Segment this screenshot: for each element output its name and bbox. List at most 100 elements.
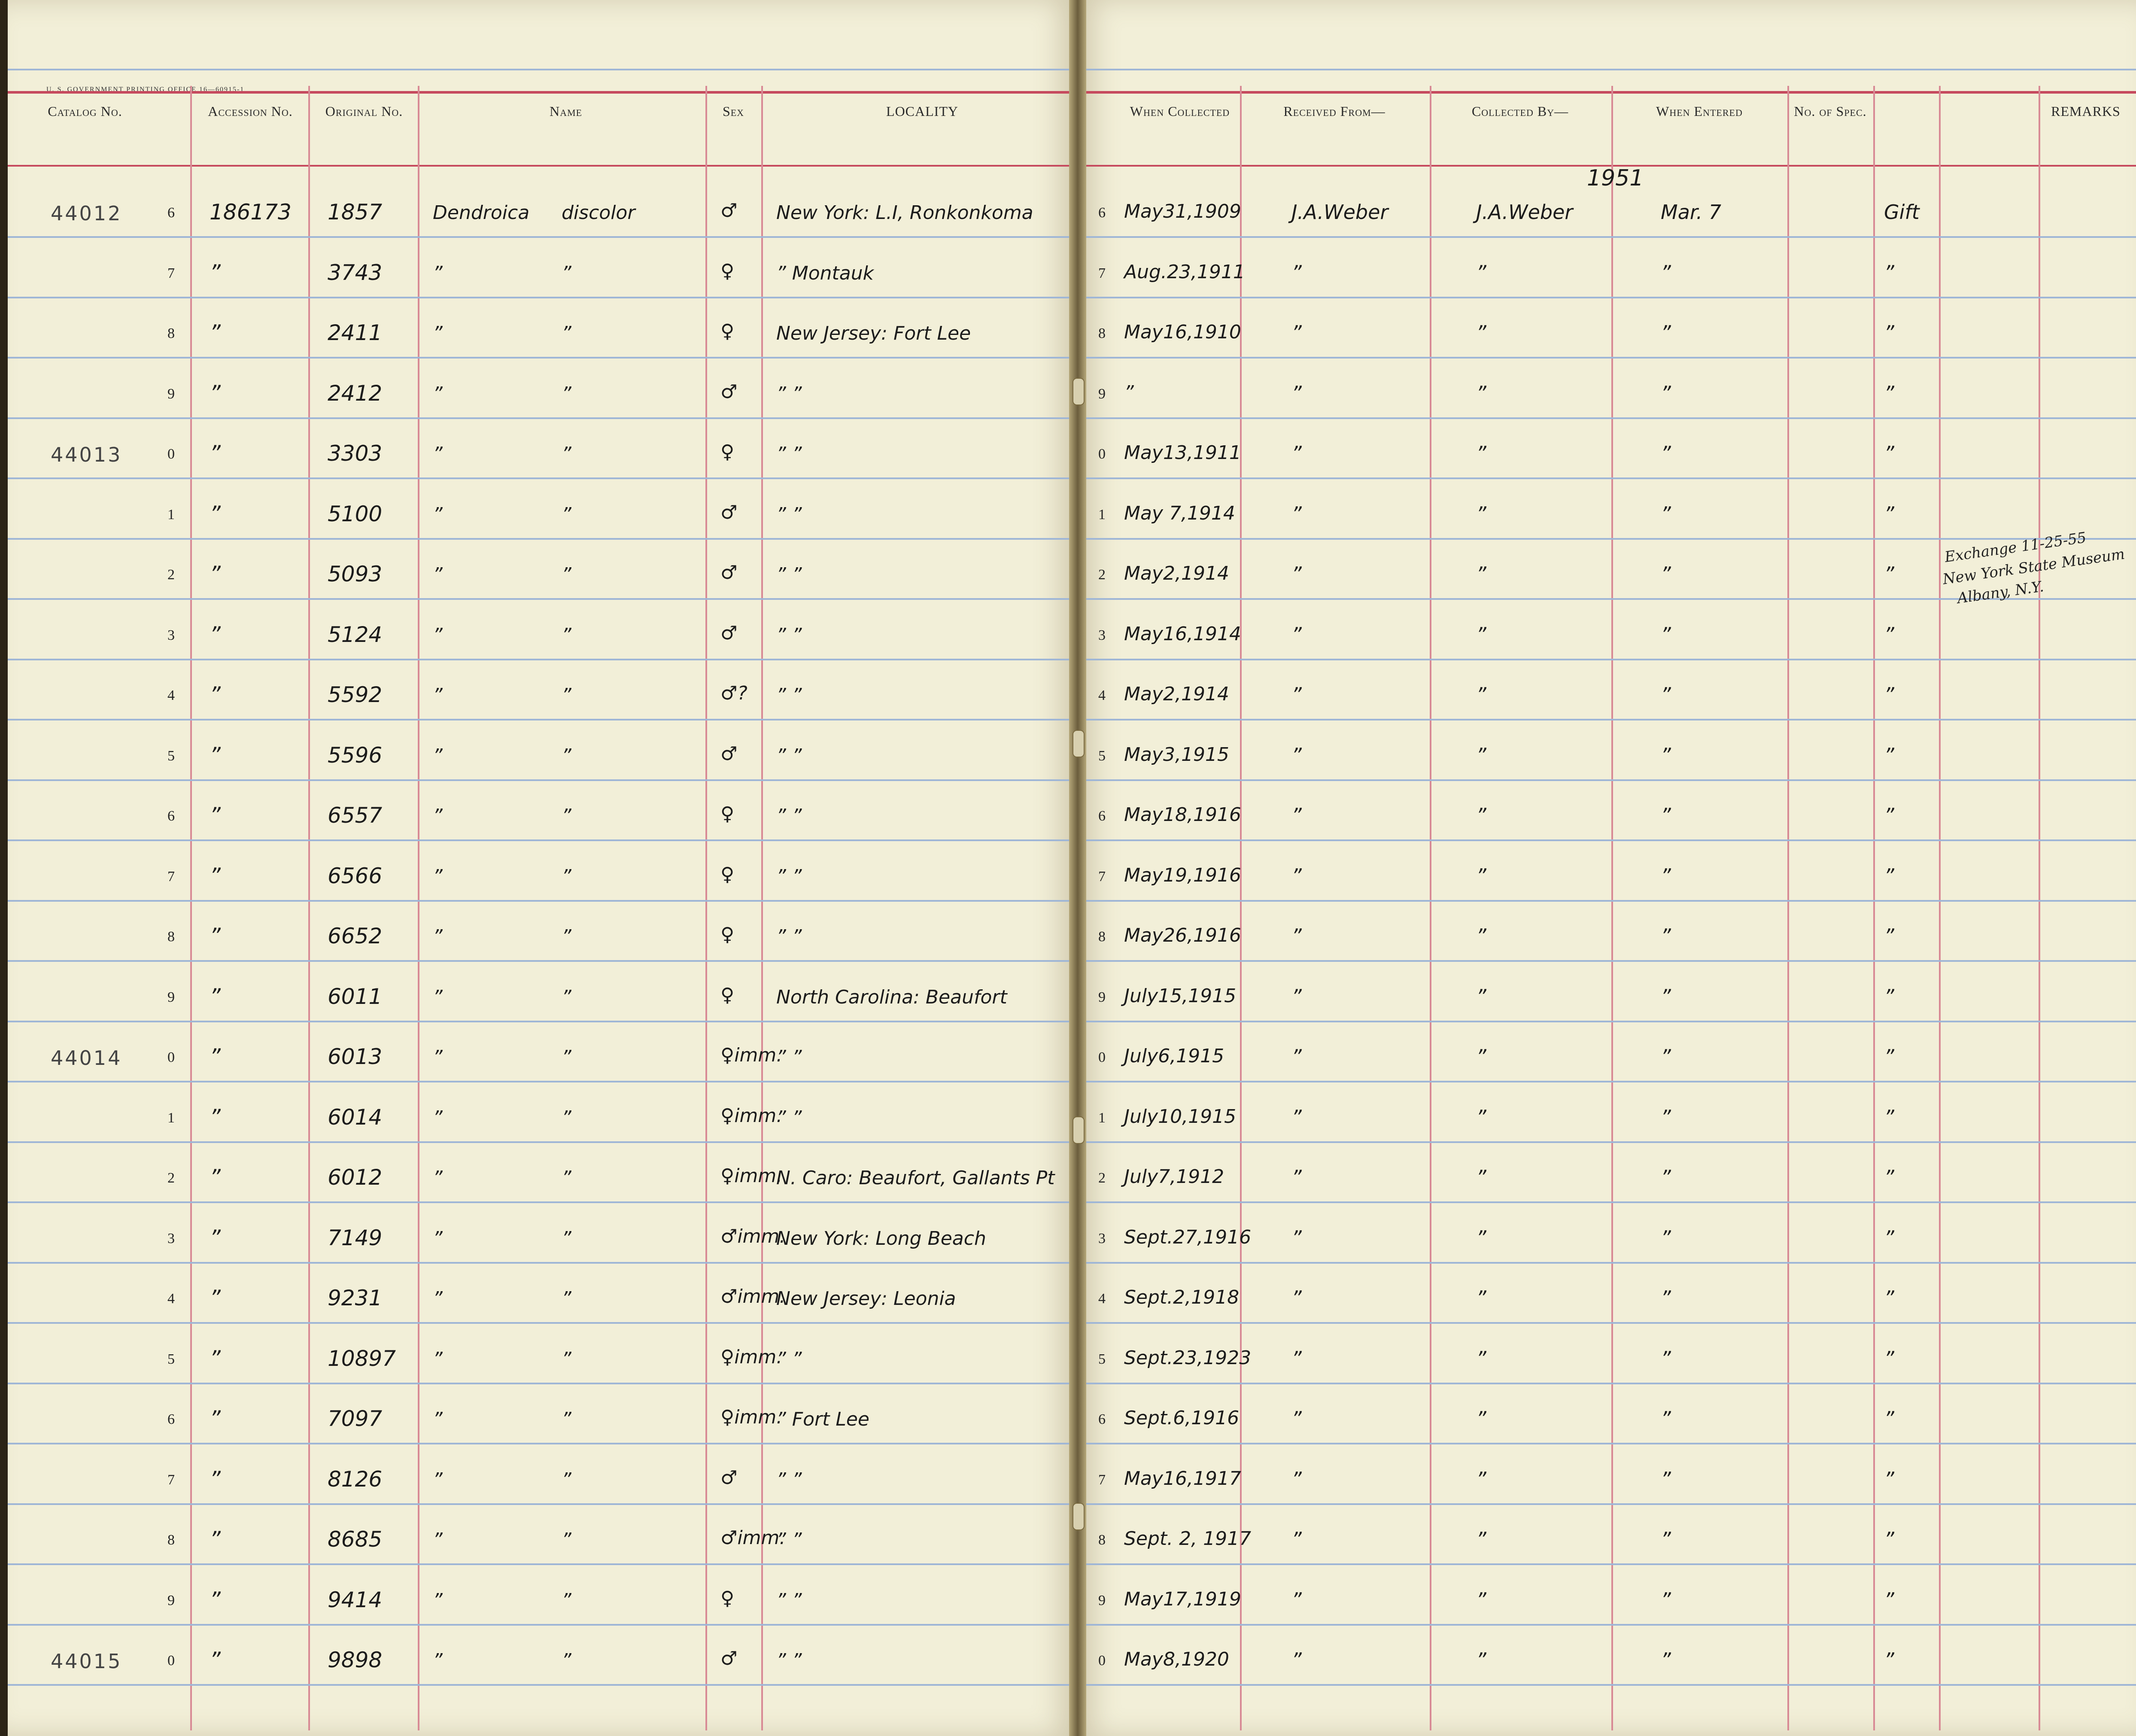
ruled-line [8, 1141, 1077, 1143]
collected-by: ” [1476, 683, 1486, 706]
ruled-line [8, 1503, 1077, 1505]
sex-symbol: ♂ [720, 501, 738, 523]
accession-number: ” [210, 1406, 221, 1431]
accession-number: ” [210, 441, 221, 466]
specimen-count: ” [1884, 1467, 1894, 1491]
species-genus: ” [433, 1167, 443, 1189]
sex-symbol: ♂? [720, 682, 747, 704]
collected-by: ” [1476, 321, 1486, 344]
species-epithet: ” [562, 684, 571, 706]
sex-symbol: ♀imm. [720, 1165, 783, 1187]
row-digit: 5 [1098, 748, 1106, 764]
original-number: 5592 [328, 682, 383, 707]
specimen-count: ” [1884, 1407, 1894, 1430]
row-digit: 9 [1098, 989, 1106, 1005]
sex-symbol: ♂imm. [720, 1225, 786, 1247]
ruled-line [8, 1201, 1077, 1203]
date-collected: May16,1910 [1124, 321, 1241, 343]
binder-ring [1073, 730, 1085, 757]
column-rule [1939, 86, 1941, 1730]
original-number: 2411 [328, 320, 383, 345]
collected-by: ” [1476, 1226, 1486, 1250]
date-collected: Sept. 2, 1917 [1124, 1528, 1252, 1550]
right-ledger-page: When Collected Received From— Collected By… [1077, 0, 2136, 1736]
locality-text: ” ” [776, 745, 802, 767]
received-from: ” [1291, 743, 1302, 767]
accession-number: ” [210, 1104, 221, 1130]
date-entered: ” [1661, 1166, 1671, 1189]
row-digit: 6 [1098, 808, 1106, 824]
date-entered: ” [1661, 1105, 1671, 1129]
specimen-count: ” [1884, 1045, 1894, 1068]
specimen-count: ” [1884, 743, 1894, 767]
sex-symbol: ♂ [720, 380, 738, 403]
received-from: ” [1291, 261, 1302, 284]
date-entered: ” [1661, 1407, 1671, 1430]
row-digit: 9 [1098, 1592, 1106, 1608]
collected-by: ” [1476, 442, 1486, 465]
date-entered: ” [1661, 1045, 1671, 1068]
sex-symbol: ♀ [720, 863, 735, 885]
locality-text: ” Fort Lee [776, 1408, 869, 1430]
accession-number: ” [210, 803, 221, 828]
species-genus: ” [433, 1288, 443, 1310]
accession-number: ” [210, 1286, 221, 1310]
row-digit: 7 [167, 1471, 175, 1488]
locality-text: ” ” [776, 684, 802, 706]
species-epithet: ” [562, 624, 571, 646]
specimen-count: ” [1884, 562, 1894, 586]
date-entered: ” [1661, 1347, 1671, 1370]
collected-by: ” [1476, 1407, 1486, 1430]
accession-number: ” [210, 742, 221, 768]
species-genus: ” [433, 1529, 443, 1551]
date-entered: ” [1661, 683, 1671, 706]
received-from: ” [1291, 502, 1302, 526]
sex-symbol: ♀imm. [720, 1346, 783, 1368]
ruled-line [1077, 1201, 2136, 1203]
accession-number: ” [210, 863, 221, 888]
sex-symbol: ♀ [720, 320, 735, 342]
row-digit: 6 [167, 808, 175, 824]
collected-by: ” [1476, 1105, 1486, 1129]
row-digit: 1 [167, 506, 175, 523]
locality-text: ” ” [776, 564, 802, 586]
accession-number: ” [210, 320, 221, 345]
sex-symbol: ♀ [720, 1587, 735, 1609]
row-digit: 1 [1098, 506, 1106, 523]
specimen-count: ” [1884, 924, 1894, 948]
species-genus: ” [433, 443, 443, 465]
ruled-line [1077, 1382, 2136, 1384]
row-digit: 6 [167, 1411, 175, 1427]
date-collected: Sept.2,1918 [1124, 1286, 1240, 1308]
species-epithet: ” [562, 1046, 571, 1068]
date-collected: Sept.23,1923 [1124, 1347, 1252, 1369]
specimen-count: Gift [1884, 201, 1920, 224]
catalog-number: 44013 [51, 443, 122, 466]
locality-text: ” ” [776, 1650, 802, 1672]
species-epithet: ” [562, 1227, 571, 1250]
date-collected: ” [1124, 381, 1134, 404]
locality-text: ” ” [776, 926, 802, 948]
date-collected: May26,1916 [1124, 924, 1241, 946]
column-rule [418, 86, 419, 1730]
accession-number: ” [210, 682, 221, 707]
species-genus: ” [433, 1348, 443, 1370]
row-digit: 8 [167, 1532, 175, 1548]
received-from: ” [1291, 924, 1302, 948]
header-name: Name [550, 103, 582, 119]
received-from: ” [1291, 1226, 1302, 1250]
species-genus: ” [433, 624, 443, 646]
binder-ring [1073, 378, 1085, 405]
received-from: ” [1291, 1528, 1302, 1551]
locality-text: ” ” [776, 805, 802, 827]
date-entered: ” [1661, 623, 1671, 646]
collected-by: J.A.Weber [1476, 201, 1573, 224]
collected-by: ” [1476, 1045, 1486, 1068]
locality-text: New York: L.I, Ronkonkoma [776, 202, 1033, 224]
original-number: 5596 [328, 742, 383, 768]
ruled-line [1077, 960, 2136, 962]
ruled-line [8, 658, 1077, 660]
species-epithet: ” [562, 564, 571, 586]
date-entered: Mar. 7 [1661, 201, 1722, 224]
column-rule [1873, 86, 1875, 1730]
